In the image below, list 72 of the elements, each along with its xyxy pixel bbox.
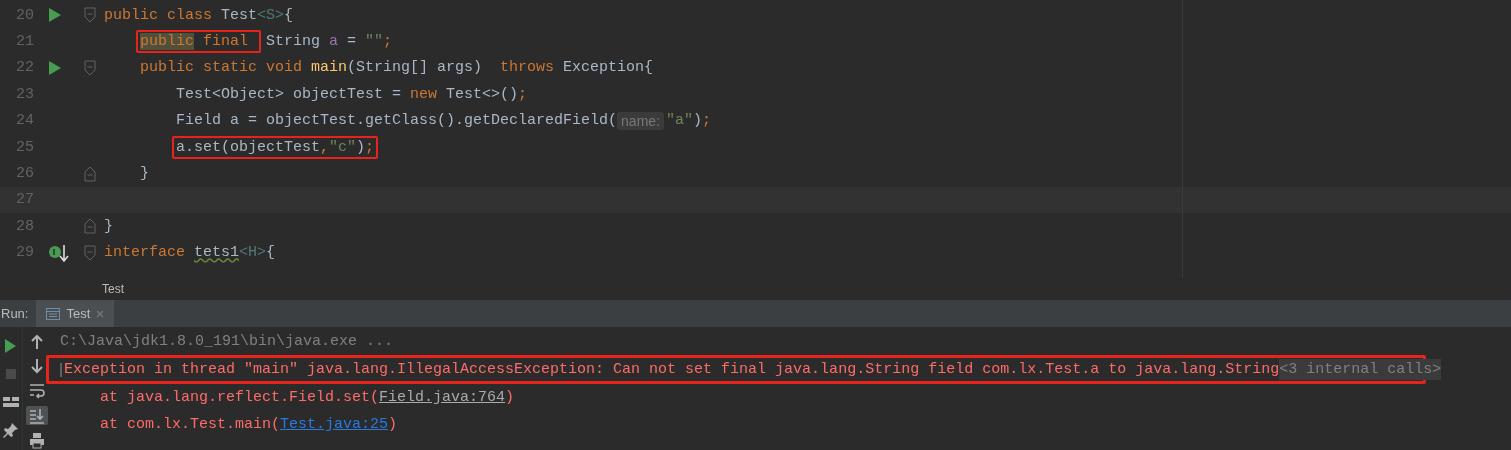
code-token: throws xyxy=(500,59,556,77)
code-token: Exception{ xyxy=(563,59,654,77)
code-token: <H> xyxy=(239,244,267,262)
code-token: Field a = objectTest.getClass().getDeclaredField( xyxy=(176,112,618,130)
code-token: } xyxy=(104,217,113,235)
fold-icon[interactable] xyxy=(84,59,96,76)
code-token: final xyxy=(202,33,250,51)
console-text: C:\Java\jdk1.8.0_191\bin\java.exe ... xyxy=(60,333,394,350)
line-number: 26 xyxy=(15,165,34,183)
code-token: ; xyxy=(702,112,712,130)
console-text: at com.lx.Test.main( xyxy=(100,416,281,433)
implemented-icon[interactable] xyxy=(48,242,70,263)
code-token: (String[] args) xyxy=(347,59,484,77)
code-token: ; xyxy=(383,33,393,51)
code-token: , xyxy=(320,138,330,156)
code-token: { xyxy=(284,6,294,24)
folded-calls[interactable]: <3 internal calls> xyxy=(1279,359,1442,380)
code-token: interface xyxy=(104,244,186,262)
code-token: "a" xyxy=(666,112,693,130)
run-icon[interactable] xyxy=(48,59,62,76)
line-number: 20 xyxy=(15,6,34,24)
line-number: 21 xyxy=(15,33,34,51)
console-icon xyxy=(46,307,61,320)
code-token: ; xyxy=(365,138,375,156)
pin-icon xyxy=(2,421,20,439)
fold-marker[interactable] xyxy=(60,362,62,377)
scroll-to-end-button[interactable] xyxy=(25,405,48,426)
console-text: at java.lang.reflect.Field.set( xyxy=(100,389,380,406)
code-token: ) xyxy=(693,112,703,130)
code-token: ) xyxy=(356,138,366,156)
fold-icon[interactable] xyxy=(84,165,96,182)
code-token: a xyxy=(329,33,339,51)
scroll-to-end-icon xyxy=(27,406,46,425)
panel-label: Run: xyxy=(0,305,30,323)
print-icon xyxy=(27,431,46,450)
fold-icon[interactable] xyxy=(84,7,96,24)
run-icon[interactable] xyxy=(48,7,62,24)
code-token: new xyxy=(410,85,439,103)
console-text: Exception in thread "main" java.lang.IllegalAccessException: Can not set final java.lang.String field com.lx.Test.a to java.lang.String xyxy=(64,361,1280,378)
wrap-icon xyxy=(27,382,46,400)
code-token: Test xyxy=(221,6,258,24)
code-token: <S> xyxy=(257,6,285,24)
console-text: ) xyxy=(388,416,398,433)
breadcrumb[interactable]: Test xyxy=(102,282,124,296)
code-token: } xyxy=(140,165,149,183)
code-token: = xyxy=(346,33,358,51)
run-tab[interactable]: Test xyxy=(36,300,115,327)
line-number: 25 xyxy=(15,138,34,156)
code-token: "c" xyxy=(329,138,357,156)
code-token: Test<>() xyxy=(446,85,519,103)
line-number: 24 xyxy=(15,112,34,130)
code-token: ; xyxy=(518,85,528,103)
code-token: { xyxy=(266,244,276,262)
code-token: a.set(objectTest xyxy=(176,138,321,156)
line-number: 29 xyxy=(15,244,34,262)
source-link[interactable]: Test.java:25 xyxy=(280,416,389,433)
code-token: "" xyxy=(365,33,384,51)
line-number: 23 xyxy=(15,85,34,103)
line-number: 22 xyxy=(15,59,34,77)
fold-icon[interactable] xyxy=(84,218,96,235)
source-link[interactable]: Field.java:764 xyxy=(379,389,506,406)
code-token: public static void xyxy=(140,59,304,77)
line-number: 28 xyxy=(15,217,34,235)
code-token: String xyxy=(265,33,322,51)
fold-icon[interactable] xyxy=(84,244,96,261)
code-token: tets1 xyxy=(194,244,240,262)
code-token: main xyxy=(311,59,348,77)
code-token: public class xyxy=(104,6,214,24)
console-text: ) xyxy=(505,389,515,406)
parameter-hint: name: xyxy=(617,111,664,130)
code-token: public xyxy=(140,33,194,51)
code-token: Test<Object> objectTest = xyxy=(176,85,403,103)
